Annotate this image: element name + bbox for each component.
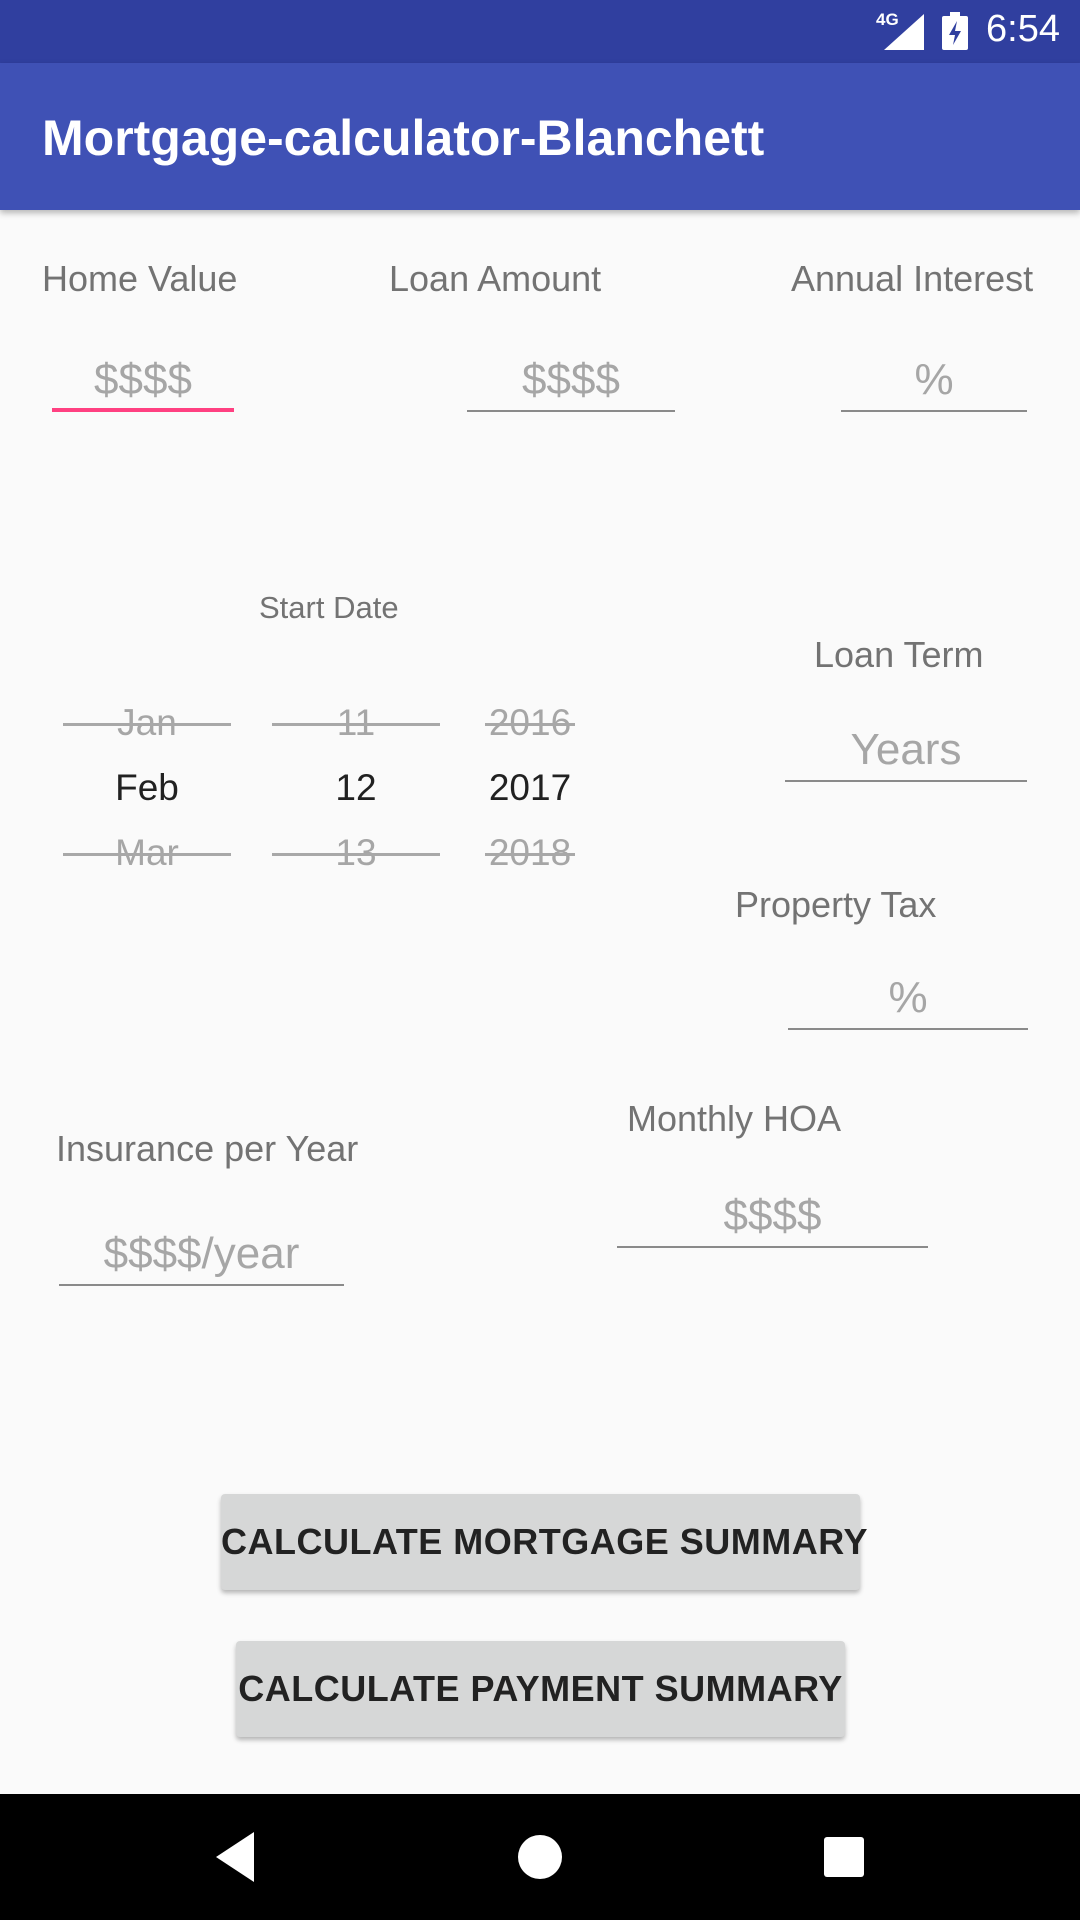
- home-icon[interactable]: [490, 1794, 590, 1920]
- calculate-mortgage-summary-button[interactable]: CALCULATE MORTGAGE SUMMARY: [221, 1494, 867, 1590]
- monthly-hoa-placeholder: $$$$: [723, 1191, 822, 1240]
- clock: 6:54: [986, 8, 1060, 50]
- insurance-input[interactable]: $$$$/year: [59, 1226, 344, 1286]
- start-date-label: Start Date: [259, 590, 399, 625]
- day-next[interactable]: 13: [272, 820, 440, 885]
- monthly-hoa-label: Monthly HOA: [627, 1098, 842, 1139]
- day-selected[interactable]: 12: [272, 755, 440, 820]
- month-prev[interactable]: Jan: [63, 690, 231, 755]
- property-tax-label: Property Tax: [735, 884, 937, 925]
- navigation-bar: [0, 1794, 1080, 1920]
- app-title: Mortgage-calculator-Blanchett: [42, 110, 765, 166]
- year-picker[interactable]: 2016 2017 2018: [485, 690, 575, 885]
- back-icon[interactable]: [186, 1794, 286, 1920]
- loan-term-placeholder: Years: [850, 725, 962, 774]
- battery-icon: [942, 12, 968, 50]
- annual-interest-input[interactable]: %: [841, 352, 1027, 412]
- loan-amount-placeholder: $$$$: [522, 355, 620, 404]
- monthly-hoa-input[interactable]: $$$$: [617, 1188, 928, 1248]
- annual-interest-label: Annual Interest: [791, 258, 1034, 299]
- day-prev[interactable]: 11: [272, 690, 440, 755]
- month-picker[interactable]: Jan Feb Mar: [63, 690, 231, 885]
- calculate-payment-summary-button[interactable]: CALCULATE PAYMENT SUMMARY: [236, 1641, 845, 1737]
- year-next[interactable]: 2018: [485, 820, 575, 885]
- app-bar: Mortgage-calculator-Blanchett: [0, 63, 1080, 210]
- loan-term-label: Loan Term: [814, 634, 984, 675]
- month-next[interactable]: Mar: [63, 820, 231, 885]
- year-prev[interactable]: 2016: [485, 690, 575, 755]
- loan-term-input[interactable]: Years: [785, 722, 1027, 782]
- home-value-placeholder: $$$$: [94, 355, 192, 404]
- loan-amount-label: Loan Amount: [389, 258, 602, 299]
- day-picker[interactable]: 11 12 13: [272, 690, 440, 885]
- loan-amount-input[interactable]: $$$$: [467, 352, 675, 412]
- home-value-input[interactable]: $$$$: [52, 352, 234, 412]
- annual-interest-placeholder: %: [914, 355, 954, 404]
- recents-icon[interactable]: [794, 1794, 894, 1920]
- month-selected[interactable]: Feb: [63, 755, 231, 820]
- property-tax-placeholder: %: [888, 973, 928, 1022]
- insurance-placeholder: $$$$/year: [103, 1229, 300, 1278]
- insurance-label: Insurance per Year: [56, 1128, 359, 1169]
- property-tax-input[interactable]: %: [788, 970, 1028, 1030]
- signal-icon: [884, 14, 924, 50]
- year-selected[interactable]: 2017: [485, 755, 575, 820]
- status-bar: 4G 6:54: [0, 0, 1080, 63]
- home-value-label: Home Value: [42, 258, 238, 299]
